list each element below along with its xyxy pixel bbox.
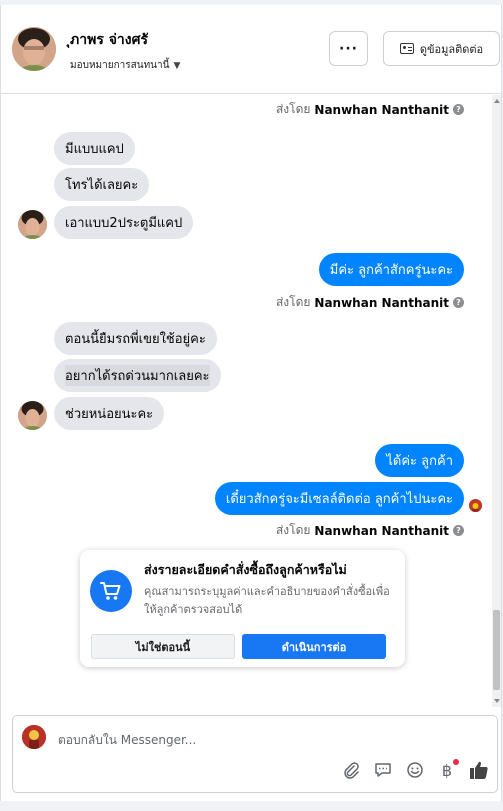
notification-dot — [453, 759, 459, 765]
help-icon[interactable]: ? — [453, 297, 464, 308]
thumbs-up-icon[interactable] — [469, 760, 489, 780]
incoming-message[interactable]: อยากได้รถด่วนมากเลยคะ — [54, 359, 221, 392]
outgoing-message[interactable]: มีค่ะ ลูกค้าสักครู่นะคะ — [318, 253, 464, 286]
sent-by-prefix: ส่งโดย — [275, 295, 311, 309]
emoji-icon[interactable] — [405, 760, 425, 780]
reply-input[interactable]: ตอบกลับใน Messenger... — [58, 731, 196, 750]
view-contact-button[interactable]: ดูข้อมูลติดต่อ — [383, 31, 500, 66]
incoming-message[interactable]: ตอนนี้ยืมรถพี่เขยใช้อยู่คะ — [54, 322, 217, 355]
page-avatar — [22, 725, 46, 749]
scroll-thumb[interactable] — [493, 610, 500, 690]
outgoing-message[interactable]: ได้ค่ะ ลูกค้า — [375, 444, 464, 477]
order-prompt-title: ส่งรายละเอียดคำสั่งซื้อถึงลูกค้าหรือไม่ — [144, 562, 347, 577]
sent-by-line: ส่งโดย Nanwhan Nanthanit ? — [276, 521, 464, 540]
scrollbar[interactable] — [492, 95, 501, 707]
not-now-button[interactable]: ไม่ใช่ตอนนี้ — [91, 634, 235, 659]
agent-name: Nanwhan Nanthanit — [314, 295, 449, 310]
agent-name: Nanwhan Nanthanit — [314, 102, 449, 117]
incoming-message[interactable]: โทรได้เลยคะ — [54, 168, 150, 201]
conversation-header: ุภาพร จ่างศรั มอบหมายการสนทนานี้ ▼ ··· ด… — [1, 5, 501, 94]
agent-name: Nanwhan Nanthanit — [314, 523, 449, 538]
incoming-message[interactable]: มีแบบแคป — [54, 132, 135, 165]
highlighted-text: อยากได้รถด่วนมากเลยคะ — [65, 365, 210, 386]
chevron-down-icon: ▼ — [173, 60, 181, 71]
sent-by-line: ส่งโดย Nanwhan Nanthanit ? — [276, 100, 464, 119]
customer-avatar-small — [18, 401, 47, 430]
customer-avatar[interactable] — [12, 27, 56, 71]
outgoing-message[interactable]: เดี๋ยวสักครู่จะมีเซลล์ติดต่อ ลูกค้าไปนะค… — [214, 482, 464, 515]
shopping-cart-icon — [90, 570, 132, 612]
order-prompt-body: คุณสามารถระบุมูลค่าและคำอธิบายของคำสั่งซ… — [144, 585, 390, 616]
saved-replies-icon[interactable] — [373, 760, 393, 780]
sent-by-prefix: ส่งโดย — [275, 523, 311, 537]
view-contact-label: ดูข้อมูลติดต่อ — [419, 42, 484, 56]
sent-by-line: ส่งโดย Nanwhan Nanthanit ? — [276, 293, 464, 312]
message-thread[interactable]: ส่งโดย Nanwhan Nanthanit ? มีแบบแคป โทรไ… — [1, 95, 501, 707]
conversation-panel: ุภาพร จ่างศรั มอบหมายการสนทนานี้ ▼ ··· ด… — [0, 5, 502, 801]
scroll-up-arrow-icon[interactable] — [494, 99, 500, 103]
contact-card-icon — [399, 43, 414, 54]
more-options-button[interactable]: ··· — [329, 31, 368, 66]
assign-label: มอบหมายการสนทนานี้ — [70, 60, 170, 71]
reply-composer[interactable]: ตอบกลับใน Messenger... ฿ — [12, 715, 498, 793]
incoming-message[interactable]: เอาแบบ2ประตูมีแคป — [54, 206, 194, 239]
help-icon[interactable]: ? — [453, 104, 464, 115]
incoming-message[interactable]: ช่วยหน่อยนะคะ — [54, 397, 165, 430]
composer-toolbar: ฿ — [341, 759, 489, 780]
customer-avatar-small — [18, 210, 47, 239]
attachment-icon[interactable] — [341, 760, 361, 780]
order-details-prompt: ส่งรายละเอียดคำสั่งซื้อถึงลูกค้าหรือไม่ … — [80, 550, 405, 667]
payment-baht-icon[interactable]: ฿ — [437, 759, 459, 780]
help-icon[interactable]: ? — [453, 525, 464, 536]
scroll-down-arrow-icon[interactable] — [494, 699, 500, 703]
sent-by-prefix: ส่งโดย — [275, 102, 311, 116]
continue-button[interactable]: ดำเนินการต่อ — [242, 634, 386, 659]
assign-conversation-dropdown[interactable]: มอบหมายการสนทนานี้ ▼ — [70, 58, 180, 73]
seen-avatar — [469, 499, 482, 512]
customer-name: ุภาพร จ่างศรั — [70, 32, 149, 48]
